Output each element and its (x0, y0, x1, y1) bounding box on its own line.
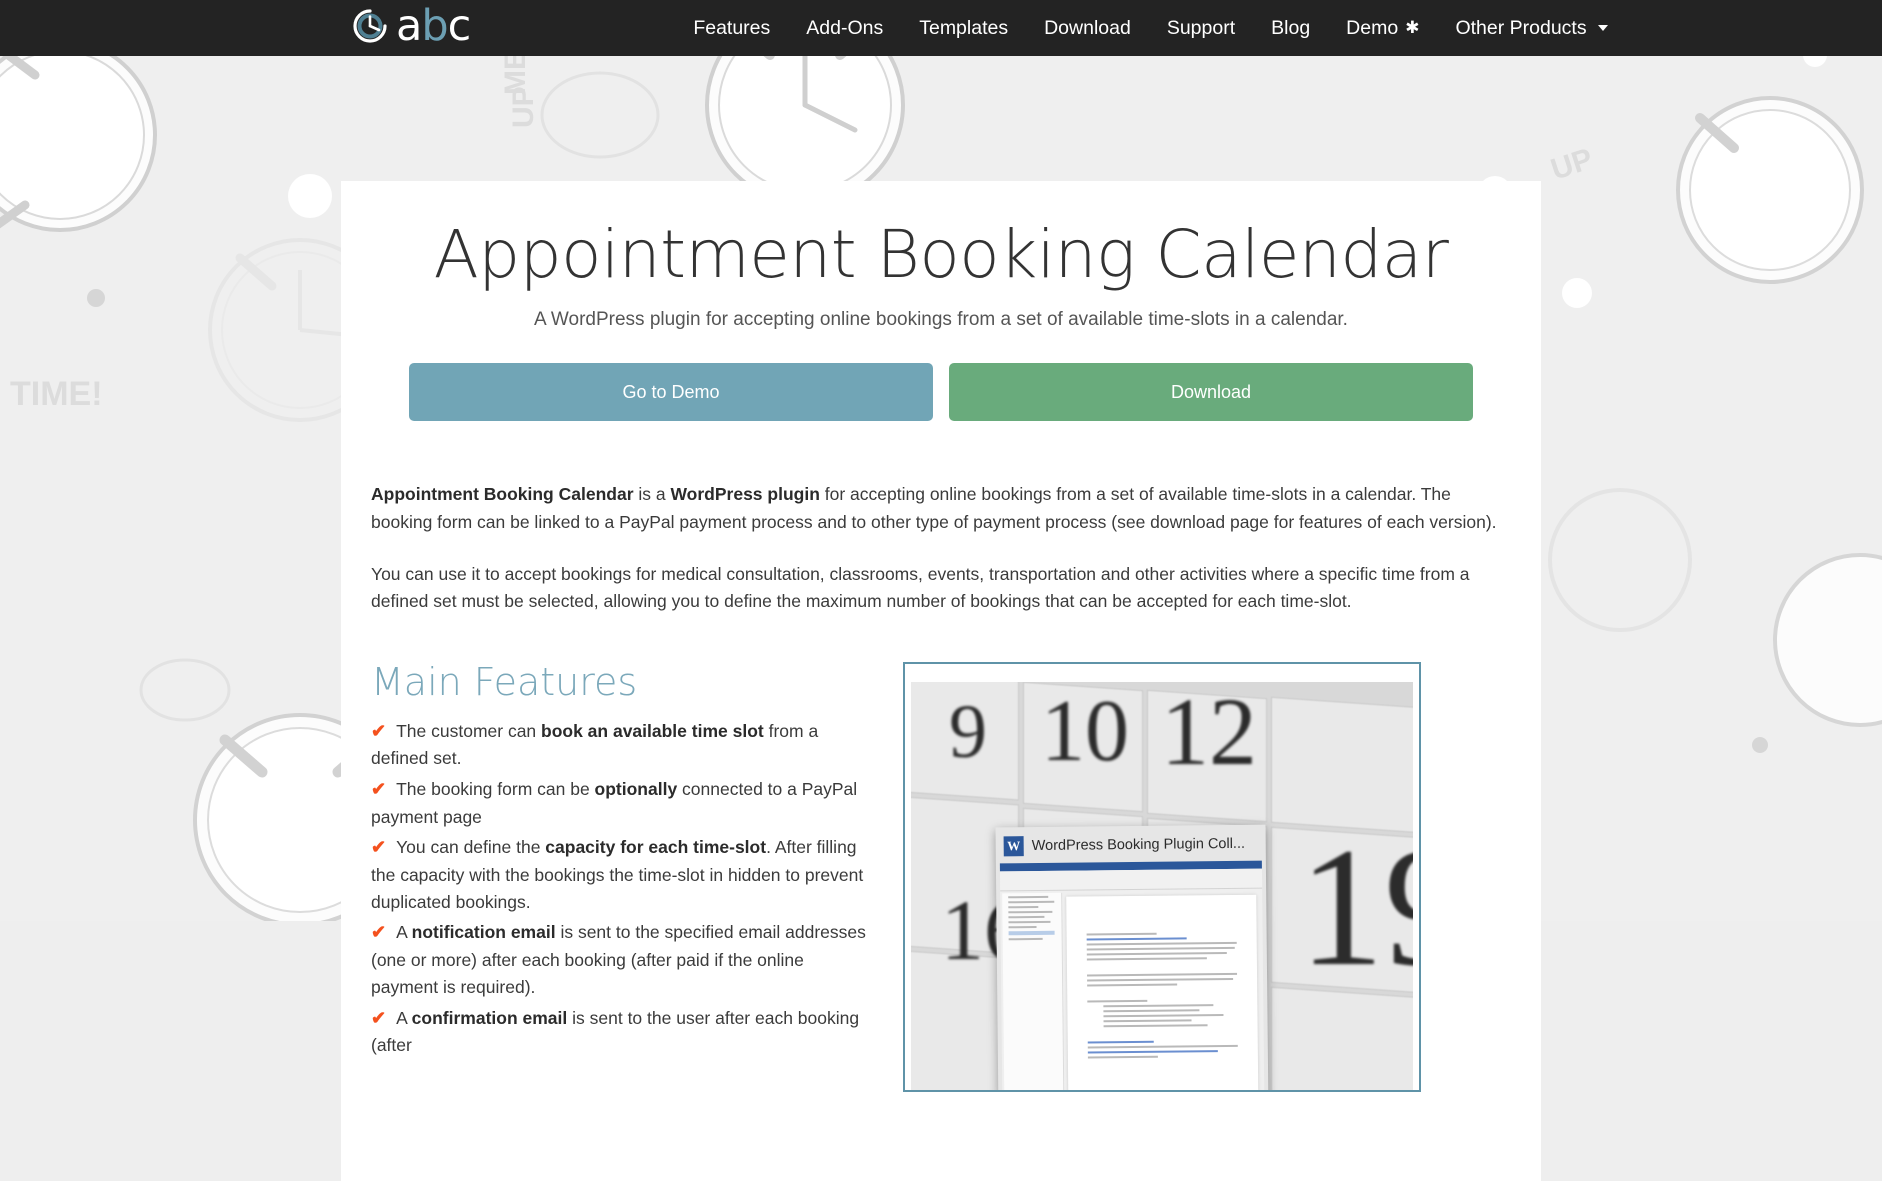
list-item: ✔ The booking form can be optionally conn… (371, 776, 871, 830)
feature-text: The customer can (396, 720, 542, 741)
intro-text: is a (633, 484, 671, 505)
nav-label: Add-Ons (806, 16, 884, 39)
intro-strong-wordpress: WordPress plugin (670, 484, 820, 505)
nav-item-other-products[interactable]: Other Products (1437, 11, 1625, 46)
product-screenshot[interactable]: 9 10 12 16 19 W WordPress Booking Plugin… (903, 661, 1421, 1092)
brand-logo[interactable]: abc (352, 0, 471, 51)
list-item: ✔ A confirmation email is sent to the use… (371, 1005, 871, 1059)
check-icon: ✔ (371, 720, 387, 741)
feature-text: A (396, 922, 412, 943)
feature-strong: notification email (411, 922, 556, 943)
nav-item-support[interactable]: Support (1149, 11, 1253, 46)
nav-label: Other Products (1455, 16, 1587, 39)
nav-label: Demo (1346, 16, 1399, 39)
brand-name: abc (396, 0, 471, 51)
calendar-number: 19 (1299, 812, 1413, 1001)
main-features-heading: Main Features (371, 659, 638, 704)
calendar-number: 10 (1041, 682, 1129, 780)
intro-paragraph-2: You can use it to accept bookings for me… (371, 563, 1470, 611)
word-doc-header: W WordPress Booking Plugin Coll... (995, 825, 1265, 864)
check-icon: ✔ (371, 922, 387, 943)
nav-item-features[interactable]: Features (675, 11, 788, 46)
feature-text: The booking form can be (396, 779, 595, 800)
feature-strong: optionally (594, 779, 678, 800)
word-doc-page (1066, 894, 1259, 1090)
nav-label: Download (1044, 16, 1131, 39)
check-icon: ✔ (371, 779, 387, 800)
primary-nav: Features Add-Ons Templates Download Supp… (675, 11, 1625, 46)
nav-item-add-ons[interactable]: Add-Ons (788, 11, 901, 46)
word-doc-body (999, 860, 1265, 1090)
word-document-preview: W WordPress Booking Plugin Coll... (995, 824, 1269, 1090)
nav-label: Support (1166, 16, 1236, 39)
clock-logo-icon (352, 8, 388, 49)
feature-strong: book an available time slot (541, 720, 764, 741)
page-title: Appointment Booking Calendar (433, 216, 1449, 293)
features-section: Main Features ✔ The customer can book an … (341, 640, 1541, 1092)
features-list: ✔ The customer can book an available time… (371, 718, 871, 1059)
word-document-icon: W (1003, 836, 1024, 857)
list-item: ✔ You can define the capacity for each ti… (371, 834, 871, 915)
svg-text:UP: UP (507, 86, 540, 128)
feature-text: You can define the (396, 837, 546, 858)
intro-copy: Appointment Booking Calendar is a WordPr… (341, 421, 1541, 615)
page-subtitle: A WordPress plugin for accepting online … (534, 308, 1348, 330)
feature-strong: confirmation email (411, 1007, 568, 1028)
screenshot-image: 9 10 12 16 19 W WordPress Booking Plugin… (911, 681, 1413, 1090)
feature-strong: capacity for each time-slot (545, 837, 767, 858)
nav-label: Templates (919, 16, 1009, 39)
chevron-down-icon (1597, 25, 1608, 31)
asterisk-star-icon: ✱ (1405, 17, 1420, 37)
word-doc-title: WordPress Booking Plugin Coll... (1031, 835, 1246, 855)
check-icon: ✔ (371, 837, 387, 858)
features-column: Main Features ✔ The customer can book an … (371, 659, 871, 1063)
nav-label: Blog (1271, 16, 1311, 39)
word-navigation-pane (1002, 892, 1065, 1090)
intro-strong-plugin-name: Appointment Booking Calendar (371, 484, 634, 505)
check-icon: ✔ (371, 1007, 387, 1028)
list-item: ✔ The customer can book an available time… (371, 718, 871, 772)
go-to-demo-button[interactable]: Go to Demo (409, 363, 933, 422)
word-ribbon (999, 868, 1263, 892)
calendar-number: 9 (949, 689, 987, 774)
content-card: Appointment Booking Calendar A WordPress… (341, 181, 1541, 1181)
nav-item-demo[interactable]: Demo ✱ (1328, 11, 1437, 46)
nav-item-download[interactable]: Download (1026, 11, 1149, 46)
nav-item-blog[interactable]: Blog (1253, 11, 1328, 46)
download-button[interactable]: Download (949, 363, 1473, 422)
feature-text: A (396, 1007, 412, 1028)
hero-button-row: Go to Demo Download (381, 363, 1501, 422)
nav-label: Features (693, 16, 771, 39)
svg-text:TIME!: TIME! (10, 375, 103, 413)
top-navigation-bar: abc Features Add-Ons Templates Download … (0, 0, 1882, 56)
calendar-number: 12 (1161, 681, 1257, 785)
hero-section: Appointment Booking Calendar A WordPress… (341, 181, 1541, 422)
nav-item-templates[interactable]: Templates (901, 11, 1026, 46)
intro-paragraph-1: Appointment Booking Calendar is a WordPr… (371, 481, 1511, 535)
list-item: ✔ A notification email is sent to the spe… (371, 919, 871, 1000)
